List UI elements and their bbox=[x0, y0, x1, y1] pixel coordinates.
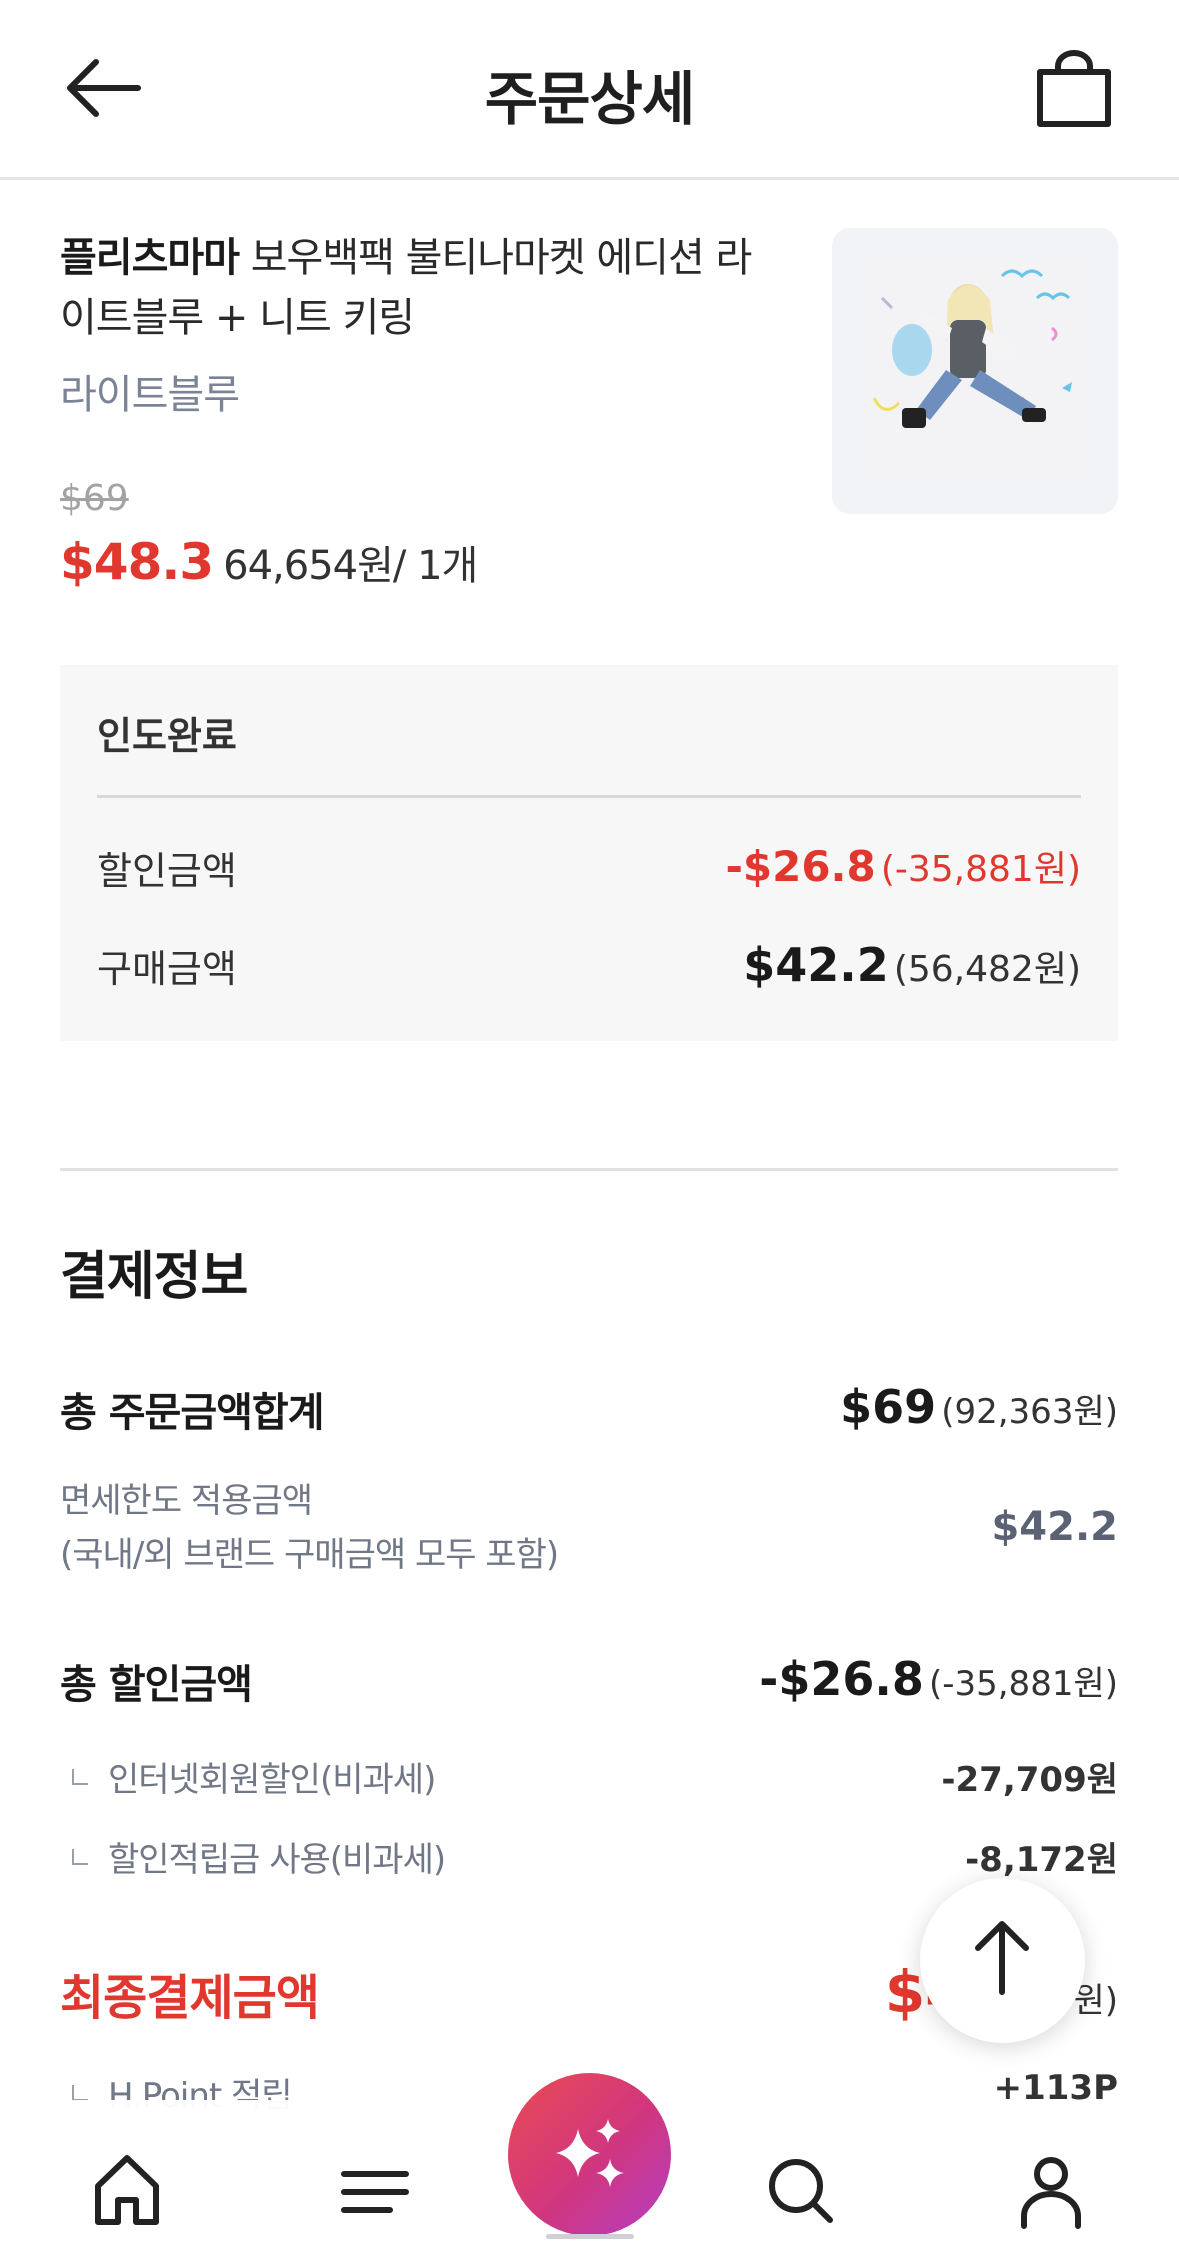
purchase-label: 구매금액 bbox=[97, 947, 237, 991]
points-used-value: -8,172원 bbox=[965, 1840, 1118, 1880]
payment-title: 결제정보 bbox=[60, 1247, 248, 1307]
won-quantity: 64,654원/ 1개 bbox=[223, 543, 478, 589]
points-used-text: 할인적립금 사용(비과세) bbox=[108, 1840, 446, 1880]
page-title: 주문상세 bbox=[484, 65, 695, 133]
total-discount-label: 총 할인금액 bbox=[60, 1662, 253, 1708]
dutyfree-label-line2: (국내/외 브랜드 구매금액 모두 포함) bbox=[60, 1535, 559, 1575]
purchase-amount: $42.2 (56,482원) bbox=[743, 938, 1081, 992]
home-icon[interactable] bbox=[82, 2146, 172, 2236]
dutyfree-label: 면세한도 적용금액 (국내/외 브랜드 구매금액 모두 포함) bbox=[60, 1474, 559, 1582]
sub-item-corner-icon bbox=[72, 1768, 88, 1785]
user-icon[interactable] bbox=[1006, 2146, 1096, 2236]
shopping-bag-icon[interactable] bbox=[1036, 50, 1112, 128]
scroll-top-button[interactable] bbox=[920, 1878, 1085, 2043]
section-divider bbox=[60, 1168, 1118, 1171]
total-order-amount: $69 (92,363원) bbox=[840, 1380, 1118, 1434]
purchase-won: (56,482원) bbox=[893, 949, 1081, 990]
total-discount-value: -$26.8 bbox=[759, 1652, 924, 1706]
sub-item-corner-icon bbox=[72, 1848, 88, 1865]
discount-value: -$26.8 bbox=[725, 842, 876, 891]
product-name: 플리츠마마 보우백팩 불티나마켓 에디션 라이트블루 + 니트 키링 bbox=[60, 228, 780, 348]
scroll-top-arrow-icon bbox=[975, 1921, 1029, 1995]
total-order-label: 총 주문금액합계 bbox=[60, 1390, 325, 1436]
total-order-won: (92,363원) bbox=[941, 1392, 1118, 1432]
sale-price: $48.3 bbox=[60, 533, 214, 591]
purchase-row: 구매금액 $42.2 (56,482원) bbox=[97, 938, 1081, 998]
member-discount-label: 인터넷회원할인(비과세) bbox=[60, 1752, 436, 1801]
sub-item-corner-icon bbox=[72, 2084, 88, 2101]
product-brand: 플리츠마마 bbox=[60, 235, 240, 281]
purchase-value: $42.2 bbox=[743, 938, 889, 992]
final-payment-label: 최종결제금액 bbox=[60, 1970, 320, 2026]
discount-won: (-35,881원) bbox=[880, 849, 1081, 890]
delivery-status-box: 인도완료 할인금액 -$26.8 (-35,881원) 구매금액 $42.2 (… bbox=[60, 665, 1118, 1041]
product-info[interactable]: 플리츠마마 보우백팩 불티나마켓 에디션 라이트블루 + 니트 키링 라이트블루… bbox=[60, 228, 780, 591]
product-option: 라이트블루 bbox=[60, 372, 240, 418]
points-used-label: 할인적립금 사용(비과세) bbox=[60, 1832, 446, 1881]
search-icon[interactable] bbox=[756, 2146, 846, 2236]
menu-icon[interactable] bbox=[330, 2146, 420, 2236]
header: 주문상세 bbox=[0, 0, 1179, 180]
divider bbox=[97, 795, 1081, 798]
discount-amount: -$26.8 (-35,881원) bbox=[725, 840, 1081, 892]
product-thumbnail[interactable] bbox=[832, 228, 1118, 514]
home-indicator bbox=[546, 2234, 634, 2239]
total-discount-amount: -$26.8 (-35,881원) bbox=[759, 1652, 1118, 1706]
member-discount-text: 인터넷회원할인(비과세) bbox=[108, 1760, 436, 1800]
total-discount-won: (-35,881원) bbox=[928, 1664, 1118, 1704]
total-order-value: $69 bbox=[840, 1380, 937, 1434]
product-image bbox=[862, 258, 1088, 484]
dutyfree-value: $42.2 bbox=[991, 1504, 1118, 1550]
price-line: $48.3 64,654원/ 1개 bbox=[60, 533, 478, 591]
discount-row: 할인금액 -$26.8 (-35,881원) bbox=[97, 840, 1081, 900]
delivery-status: 인도완료 bbox=[97, 714, 237, 758]
sparkle-icon bbox=[556, 2119, 624, 2187]
discount-label: 할인금액 bbox=[97, 849, 237, 893]
original-price: $69 bbox=[60, 478, 129, 519]
sparkle-fab-button[interactable] bbox=[508, 2073, 671, 2236]
dutyfree-label-line1: 면세한도 적용금액 bbox=[60, 1481, 313, 1521]
member-discount-value: -27,709원 bbox=[941, 1760, 1118, 1800]
